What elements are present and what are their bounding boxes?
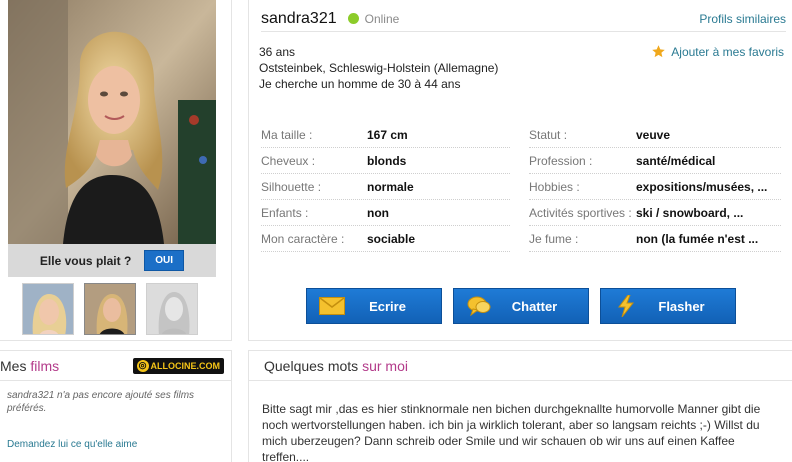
chat-button[interactable]: Chatter: [453, 288, 589, 324]
attribute-value: santé/médical: [636, 153, 716, 168]
about-text: Bitte sagt mir ,das es hier stinknormale…: [262, 402, 761, 462]
like-yes-button[interactable]: OUI: [144, 250, 185, 271]
films-empty-message: sandra321 n'a pas encore ajouté ses film…: [7, 390, 195, 414]
thumbnail-photo[interactable]: [22, 283, 74, 335]
attribute-row: Mon caractère : sociable: [261, 226, 510, 252]
about-title-accent: sur moi: [362, 357, 408, 374]
attribute-value: 167 cm: [367, 127, 408, 142]
about-header: Quelques mots sur moi: [249, 351, 792, 381]
allocine-logo[interactable]: ◎ ALLOCINE.COM: [132, 357, 224, 374]
online-status-icon: [347, 13, 359, 24]
age: 36 ans: [259, 45, 296, 59]
attribute-value: ski / snowboard, ...: [636, 205, 744, 220]
about-title: Quelques mots sur moi: [264, 358, 408, 374]
online-status-label: Online: [364, 11, 400, 26]
envelope-icon: [318, 295, 346, 317]
films-title-prefix: Mes: [0, 357, 31, 374]
thumbnail-photo[interactable]: [146, 283, 198, 335]
thumbnail-photo[interactable]: [84, 283, 136, 335]
attribute-label: Cheveux :: [261, 153, 316, 168]
attribute-row: Enfants : non: [261, 200, 510, 226]
photo-panel: Elle vous plait ? OUI: [0, 0, 232, 341]
attribute-row: Activités sportives : ski / snowboard, .…: [529, 200, 781, 226]
attributes-right-column: Statut : veuve Profession : santé/médica…: [529, 122, 781, 252]
attribute-value: non (la fumée n'est ...: [636, 231, 759, 246]
flash-button[interactable]: Flasher: [600, 288, 736, 324]
attribute-value: veuve: [636, 127, 671, 142]
attribute-label: Silhouette :: [261, 179, 322, 194]
write-button-label: Ecrire: [369, 298, 406, 314]
films-title: Mes films: [0, 358, 59, 374]
attribute-label: Activités sportives :: [529, 205, 632, 220]
add-favorite-label: Ajouter à mes favoris: [671, 44, 784, 59]
attribute-row: Ma taille : 167 cm: [261, 122, 510, 148]
attribute-value: expositions/musées, ...: [636, 179, 768, 194]
location: Oststeinbek, Schleswig-Holstein (Allemag…: [259, 61, 499, 75]
attribute-row: Cheveux : blonds: [261, 148, 510, 174]
attribute-label: Hobbies :: [529, 179, 580, 194]
profile-header: sandra321 Online Profils similaires: [261, 6, 786, 32]
attribute-row: Profession : santé/médical: [529, 148, 781, 174]
like-question: Elle vous plait ?: [39, 253, 132, 268]
attribute-row: Silhouette : normale: [261, 174, 510, 200]
films-panel: Mes films ◎ ALLOCINE.COM sandra321 n'a p…: [0, 350, 232, 462]
main-profile-photo[interactable]: [8, 0, 216, 244]
allocine-icon: ◎: [136, 359, 149, 372]
attribute-value: blonds: [367, 153, 407, 168]
action-buttons: Ecrire Chatter Flasher: [306, 288, 736, 324]
add-favorite-link[interactable]: Ajouter à mes favoris: [651, 44, 784, 59]
attribute-value: normale: [367, 179, 414, 194]
profile-attributes: Ma taille : 167 cm Cheveux : blonds Silh…: [261, 122, 781, 252]
username: sandra321: [261, 9, 337, 27]
chat-bubble-icon: [465, 295, 493, 317]
attribute-label: Statut :: [529, 127, 568, 142]
attribute-label: Profession :: [529, 153, 593, 168]
attribute-value: non: [367, 205, 389, 220]
star-icon: [652, 45, 666, 58]
seeking: Je cherche un homme de 30 à 44 ans: [259, 77, 461, 91]
flash-button-label: Flasher: [658, 298, 705, 314]
attribute-row: Statut : veuve: [529, 122, 781, 148]
like-bar: Elle vous plait ? OUI: [8, 244, 216, 277]
lightning-icon: [612, 295, 640, 317]
attribute-row: Je fume : non (la fumée n'est ...: [529, 226, 781, 252]
photo-thumbnails: [22, 283, 198, 335]
about-panel: Quelques mots sur moi Bitte sagt mir ,da…: [248, 350, 792, 462]
films-header: Mes films ◎ ALLOCINE.COM: [0, 351, 232, 381]
attribute-row: Hobbies : expositions/musées, ...: [529, 174, 781, 200]
chat-button-label: Chatter: [511, 298, 558, 314]
attributes-left-column: Ma taille : 167 cm Cheveux : blonds Silh…: [261, 122, 510, 252]
profile-panel: sandra321 Online Profils similaires 36 a…: [248, 0, 792, 341]
allocine-label: ALLOCINE.COM: [150, 360, 221, 371]
attribute-label: Enfants :: [261, 205, 309, 220]
ask-preferences-link[interactable]: Demandez lui ce qu'elle aime: [7, 439, 137, 450]
attribute-label: Je fume :: [529, 231, 579, 246]
attribute-label: Mon caractère :: [261, 231, 345, 246]
about-title-prefix: Quelques mots: [264, 357, 363, 374]
basic-info: 36 ans Oststeinbek, Schleswig-Holstein (…: [259, 44, 498, 92]
films-title-accent: films: [30, 357, 60, 374]
attribute-label: Ma taille :: [261, 127, 313, 142]
attribute-value: sociable: [367, 231, 416, 246]
similar-profiles-link[interactable]: Profils similaires: [699, 12, 786, 26]
write-button[interactable]: Ecrire: [306, 288, 442, 324]
